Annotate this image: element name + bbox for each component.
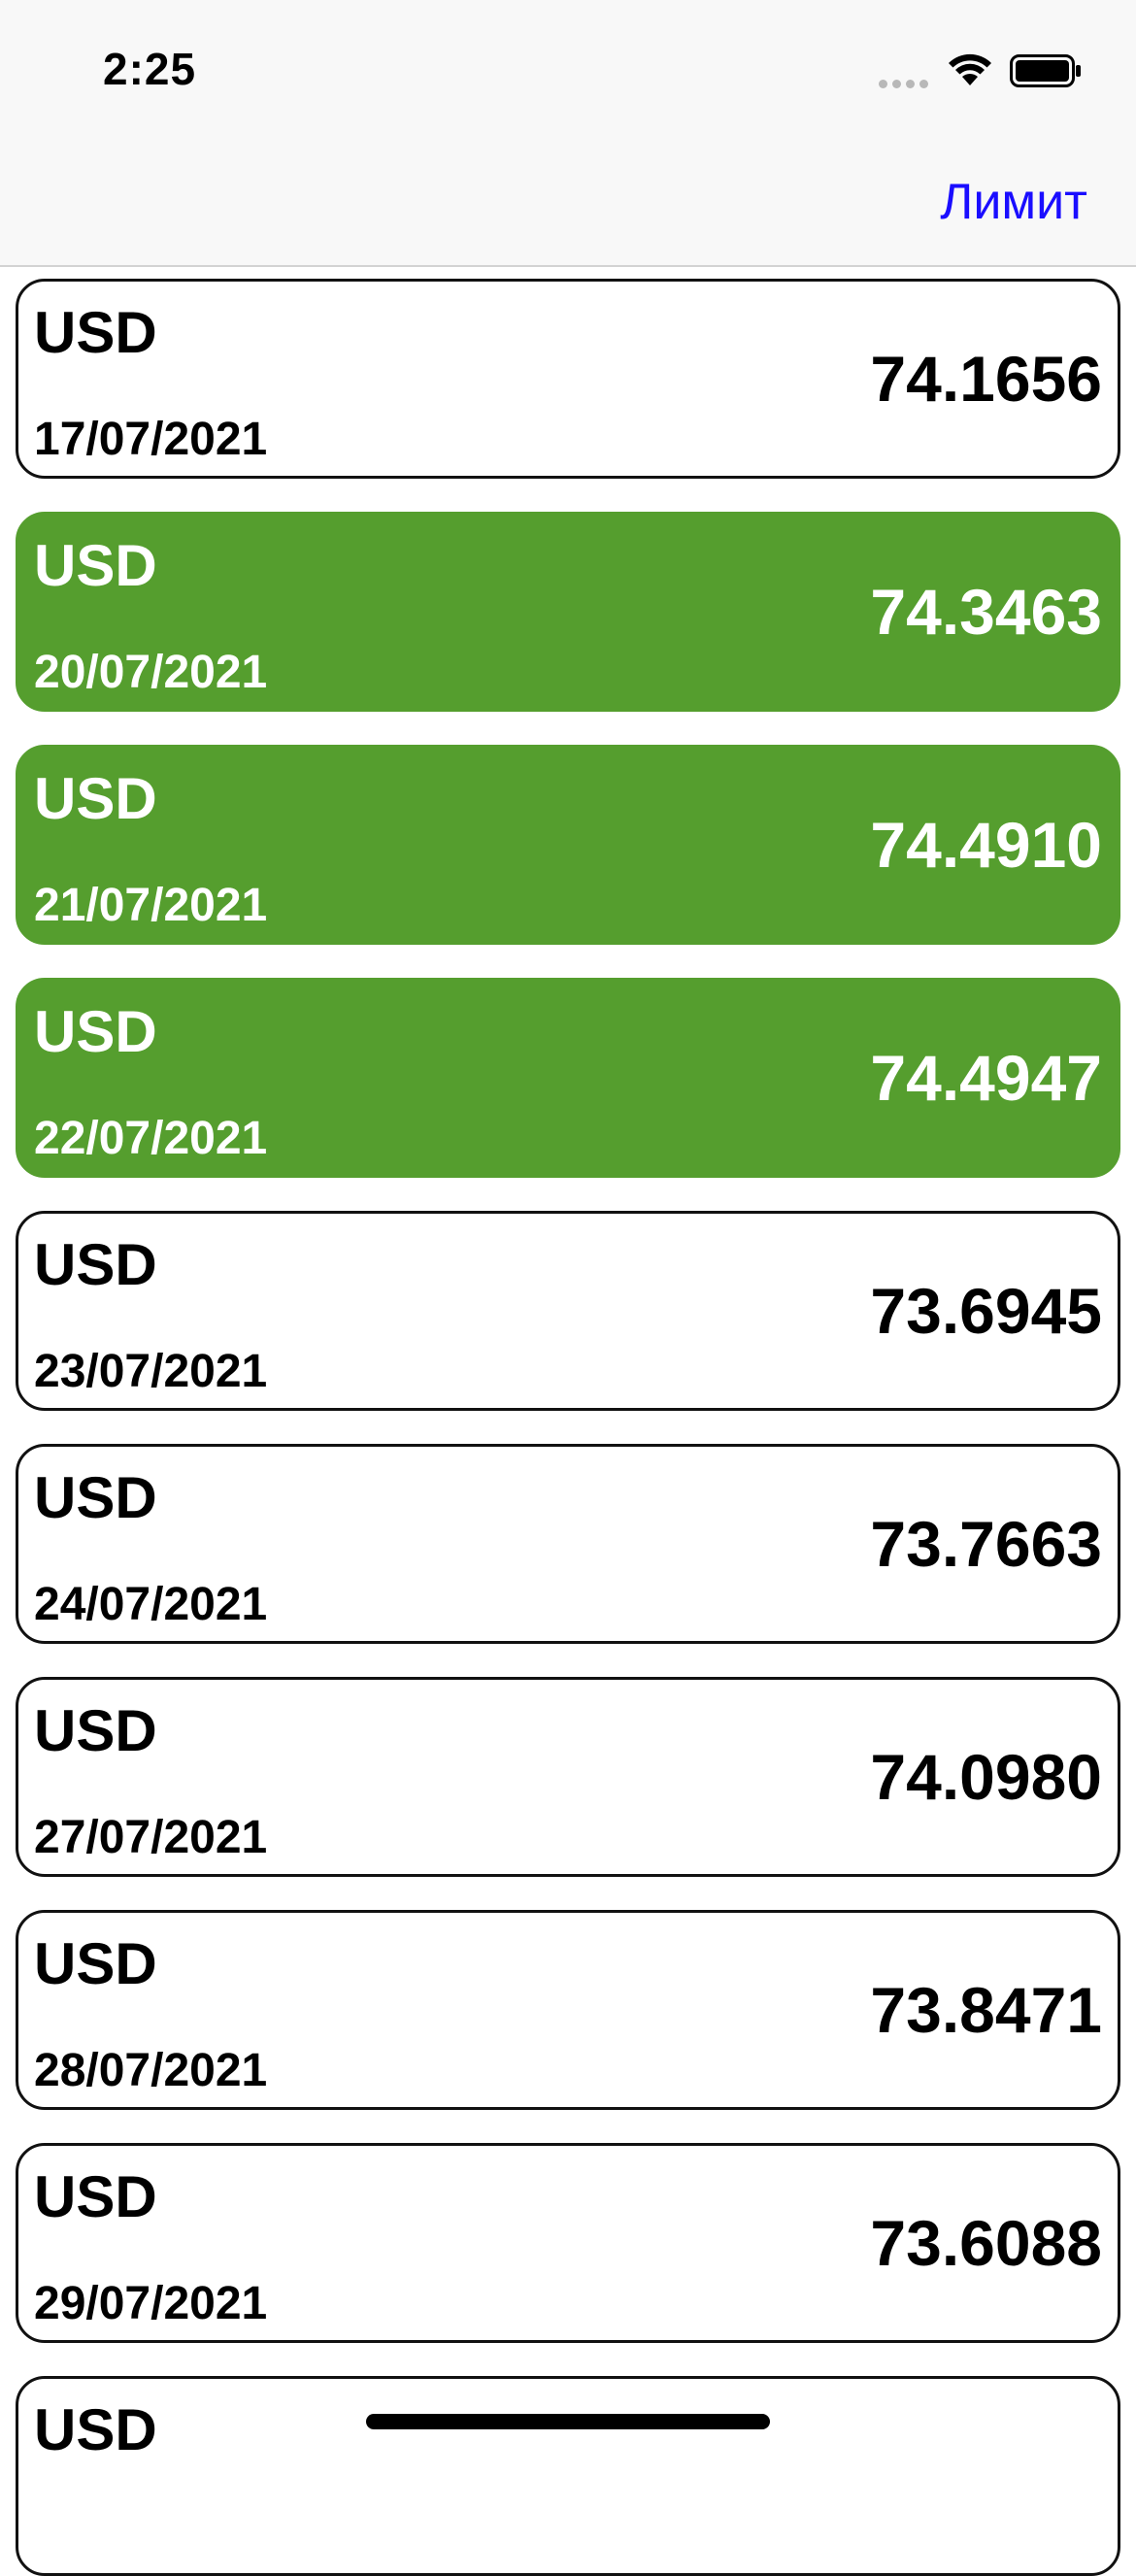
currency-code: USD xyxy=(34,766,157,831)
currency-code: USD xyxy=(34,533,157,598)
currency-code: USD xyxy=(34,300,157,365)
battery-icon xyxy=(1010,54,1081,87)
currency-code: USD xyxy=(34,1465,157,1530)
rate-value: 74.1656 xyxy=(870,343,1102,415)
status-time: 2:25 xyxy=(103,44,197,94)
rate-date: 23/07/2021 xyxy=(34,1346,268,1397)
rate-date: 21/07/2021 xyxy=(34,880,268,931)
rate-value: 73.6945 xyxy=(870,1275,1102,1347)
rate-date: 17/07/2021 xyxy=(34,414,268,465)
rate-value: 74.4947 xyxy=(870,1042,1102,1114)
rate-row[interactable]: USD 73.8471 28/07/2021 xyxy=(16,1910,1120,2110)
rate-row[interactable]: USD 74.0980 27/07/2021 xyxy=(16,1677,1120,1877)
rate-date: 27/07/2021 xyxy=(34,1812,268,1863)
rate-value: 74.4910 xyxy=(870,809,1102,881)
rate-row[interactable]: USD 73.6945 23/07/2021 xyxy=(16,1211,1120,1411)
rate-value: 74.3463 xyxy=(870,576,1102,648)
currency-code: USD xyxy=(34,1232,157,1297)
rate-row[interactable]: USD 73.7663 24/07/2021 xyxy=(16,1444,1120,1644)
currency-code: USD xyxy=(34,1931,157,1996)
rate-row[interactable]: USD 74.4910 21/07/2021 xyxy=(16,745,1120,945)
rate-row[interactable]: USD 74.1656 17/07/2021 xyxy=(16,279,1120,479)
rate-value: 73.8471 xyxy=(870,1974,1102,2046)
currency-code: USD xyxy=(34,2397,157,2462)
rate-date: 20/07/2021 xyxy=(34,647,268,698)
rate-date: 29/07/2021 xyxy=(34,2278,268,2329)
rate-row[interactable]: USD 74.3463 20/07/2021 xyxy=(16,512,1120,712)
home-indicator[interactable] xyxy=(366,2414,770,2429)
rate-value: 74.0980 xyxy=(870,1741,1102,1813)
limit-button[interactable]: Лимит xyxy=(940,173,1087,231)
rate-row[interactable]: USD xyxy=(16,2376,1120,2576)
rate-row[interactable]: USD 73.6088 29/07/2021 xyxy=(16,2143,1120,2343)
cellular-signal-icon xyxy=(879,80,931,89)
wifi-icon xyxy=(949,53,991,85)
rate-value: 73.7663 xyxy=(870,1508,1102,1580)
rate-row[interactable]: USD 74.4947 22/07/2021 xyxy=(16,978,1120,1178)
rate-date: 28/07/2021 xyxy=(34,2045,268,2096)
currency-code: USD xyxy=(34,2164,157,2229)
navigation-bar: 2:25 Лимит xyxy=(0,0,1136,267)
currency-code: USD xyxy=(34,999,157,1064)
rate-date: 24/07/2021 xyxy=(34,1579,268,1630)
rate-date: 22/07/2021 xyxy=(34,1113,268,1164)
rate-value: 73.6088 xyxy=(870,2207,1102,2279)
currency-code: USD xyxy=(34,1698,157,1763)
